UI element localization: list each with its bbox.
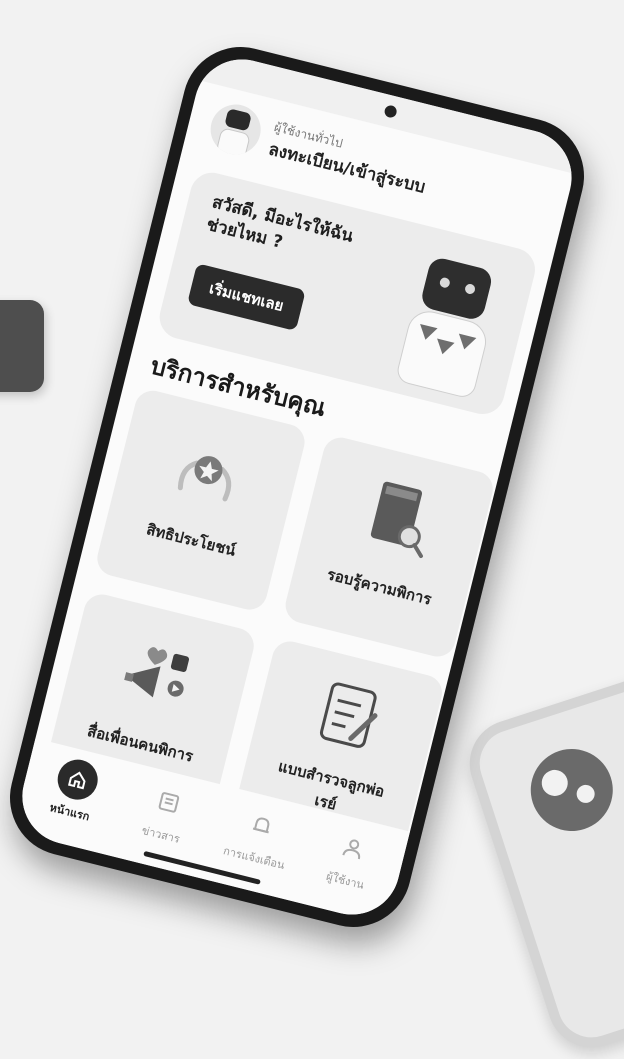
user-icon [329,824,377,872]
book-search-icon [370,481,423,559]
news-icon [145,778,193,826]
disability-knowledge-card[interactable]: รอบรู้ความพิการ [281,433,497,661]
tab-notifications[interactable]: การแจ้งเตือน [208,795,310,877]
star-badge-icon [177,456,232,502]
robot-mascot-icon [387,252,512,401]
tab-home[interactable]: หน้าแรก [24,749,126,831]
benefits-card[interactable]: สิทธิประโยชน์ [93,386,309,614]
tab-user[interactable]: ผู้ใช้งาน [299,818,401,900]
background-app-tile [0,300,44,392]
background-app-icon [458,661,624,1059]
tab-news[interactable]: ข่าวสาร [115,772,217,854]
bear-logo-icon [520,738,624,842]
benefits-label: สิทธิประโยชน์ [144,520,238,560]
megaphone-social-icon [124,647,190,698]
front-camera [383,104,398,119]
survey-clipboard-icon [319,682,378,748]
disability-knowledge-label: รอบรู้ความพิการ [325,565,434,609]
home-icon [53,755,102,804]
start-chat-button[interactable]: เริ่มแชทเลย [187,263,306,332]
bell-icon [238,801,286,849]
banner-greeting: สวัสดี, มีอะไรให้ฉัน ช่วยไหม ? [204,191,380,277]
avatar [205,99,266,160]
